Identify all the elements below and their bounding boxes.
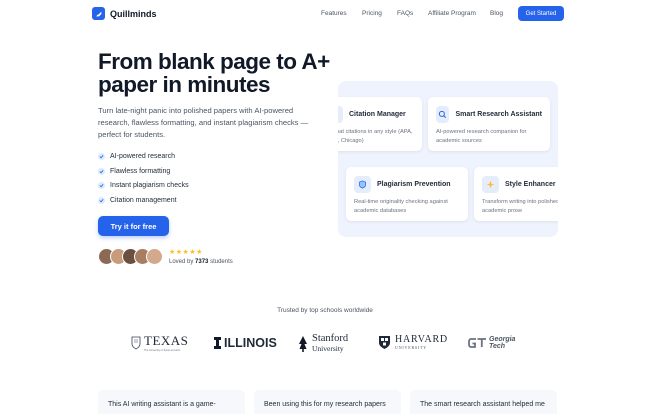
gt-monogram-icon: [468, 338, 486, 348]
try-it-free-button[interactable]: Try it for free: [98, 216, 169, 236]
testimonial-card: This AI writing assistant is a game-: [98, 390, 245, 414]
social-proof: ★★★★★ Loved by 7373 students: [98, 248, 233, 265]
book-icon: [338, 106, 343, 123]
feature-card-plagiarism[interactable]: Plagiarism Prevention Real-time original…: [346, 167, 468, 221]
card-header: Smart Research Assistant: [436, 106, 542, 123]
shield-icon: [354, 176, 371, 193]
card-description: Transform writing into polished academic…: [482, 198, 558, 215]
illinois-block-i-icon: [214, 337, 221, 349]
sparkle-icon: [482, 176, 499, 193]
card-header: Style Enhancer: [482, 176, 558, 193]
feature-label: Citation management: [110, 196, 177, 204]
nav-links: Features Pricing FAQs Affiliate Program …: [321, 10, 503, 17]
card-desc-line: MLA, Chicago): [338, 137, 364, 144]
card-desc-line: AI-powered research companion for: [436, 129, 527, 135]
illinois-logo: ILLINOIS: [214, 336, 277, 350]
feature-showcase-panel: Citation Manager Format citations in any…: [338, 81, 558, 237]
texas-shield-icon: [131, 336, 141, 349]
gt-text: Georgia Tech: [489, 336, 515, 350]
hero-title: From blank page to A+ paper in minutes: [98, 49, 330, 97]
rating-block: ★★★★★ Loved by 7373 students: [169, 249, 233, 265]
harvard-subline: UNIVERSITY: [395, 345, 427, 350]
testimonial-text: This AI writing assistant is a game-: [108, 401, 216, 408]
list-item: Citation management: [98, 193, 189, 208]
check-icon: [98, 167, 105, 175]
illinois-wordmark: ILLINOIS: [224, 336, 277, 350]
top-nav: Quillminds Features Pricing FAQs Affilia…: [0, 0, 650, 28]
testimonial-text: Been using this for my research papers: [264, 401, 386, 408]
card-title: Style Enhancer: [505, 181, 556, 188]
harvard-logo: HARVARD UNIVERSITY: [378, 335, 448, 350]
avatar: [146, 248, 163, 265]
stanford-wordmark: Stanford: [312, 333, 349, 344]
card-desc-line: academic prose: [482, 207, 523, 214]
magnifier-icon: [436, 106, 450, 123]
card-desc-line: academic databases: [354, 207, 407, 214]
feature-card-research[interactable]: Smart Research Assistant AI-powered rese…: [428, 97, 550, 151]
card-header: Plagiarism Prevention: [354, 176, 460, 193]
get-started-button[interactable]: Get Started: [518, 6, 564, 21]
testimonial-card: Been using this for my research papers: [254, 390, 401, 414]
brand[interactable]: Quillminds: [92, 7, 157, 20]
feature-label: Instant plagiarism checks: [110, 182, 189, 190]
card-header: Citation Manager: [338, 106, 414, 123]
card-desc-line: Real-time originality checking against: [354, 199, 448, 205]
feature-card-citation[interactable]: Citation Manager Format citations in any…: [338, 97, 422, 151]
texas-wordmark: TEXAS: [144, 333, 189, 348]
card-desc-line: Format citations in any style (APA,: [338, 129, 413, 135]
nav-link-affiliate[interactable]: Affiliate Program: [428, 10, 490, 17]
feature-label: AI-powered research: [110, 152, 175, 160]
stanford-logo: Stanford University: [298, 333, 349, 353]
nav-link-pricing[interactable]: Pricing: [362, 10, 397, 17]
harvard-wordmark: HARVARD: [395, 334, 448, 345]
list-item: Flawless formatting: [98, 164, 189, 179]
gt-wordmark-2: Tech: [489, 343, 506, 350]
card-description: AI-powered research companion for academ…: [436, 128, 542, 145]
quill-logo-icon: [92, 7, 105, 20]
feature-card-style[interactable]: Style Enhancer Transform writing into po…: [474, 167, 558, 221]
avatar-group: [98, 248, 163, 265]
trusted-heading: Trusted by top schools worldwide: [277, 307, 373, 314]
stanford-tree-icon: [299, 335, 307, 352]
card-description: Real-time originality checking against a…: [354, 198, 460, 215]
card-title: Citation Manager: [349, 111, 406, 118]
testimonial-text: The smart research assistant helped me: [420, 401, 545, 408]
testimonial-card: The smart research assistant helped me: [410, 390, 557, 414]
gt-wordmark-1: Georgia: [489, 336, 516, 343]
nav-link-features[interactable]: Features: [321, 10, 362, 17]
card-title: Plagiarism Prevention: [377, 181, 451, 188]
loved-suffix: students: [210, 258, 233, 265]
loved-prefix: Loved by: [169, 258, 194, 265]
feature-label: Flawless formatting: [110, 167, 171, 175]
card-desc-line: Transform writing into polished: [482, 199, 558, 205]
check-icon: [98, 182, 105, 190]
card-title: Smart Research Assistant: [455, 111, 542, 118]
texas-subline: The University of Texas at Austin: [144, 349, 181, 352]
list-item: AI-powered research: [98, 149, 189, 164]
hero-feature-list: AI-powered research Flawless formatting …: [98, 149, 189, 208]
texas-logo: TEXAS The University of Texas at Austin: [131, 333, 188, 352]
list-item: Instant plagiarism checks: [98, 178, 189, 193]
hero-subtitle: Turn late-night panic into polished pape…: [98, 106, 309, 139]
loved-by-text: Loved by 7373 students: [169, 259, 233, 265]
nav-link-faqs[interactable]: FAQs: [397, 10, 428, 17]
star-rating-icon: ★★★★★: [169, 248, 203, 256]
brand-name: Quillminds: [110, 8, 157, 19]
check-icon: [98, 196, 105, 204]
texas-text: TEXAS The University of Texas at Austin: [144, 333, 188, 352]
stanford-subline: University: [312, 344, 344, 353]
student-count: 7373: [195, 258, 209, 265]
check-icon: [98, 152, 105, 160]
harvard-text: HARVARD UNIVERSITY: [395, 334, 448, 351]
stanford-text: Stanford University: [312, 333, 349, 353]
georgia-tech-logo: Georgia Tech: [468, 336, 515, 350]
harvard-shield-icon: [379, 336, 390, 349]
card-description: Format citations in any style (APA, MLA,…: [338, 128, 414, 145]
nav-link-blog[interactable]: Blog: [490, 10, 503, 17]
card-desc-line: academic sources: [436, 137, 482, 144]
